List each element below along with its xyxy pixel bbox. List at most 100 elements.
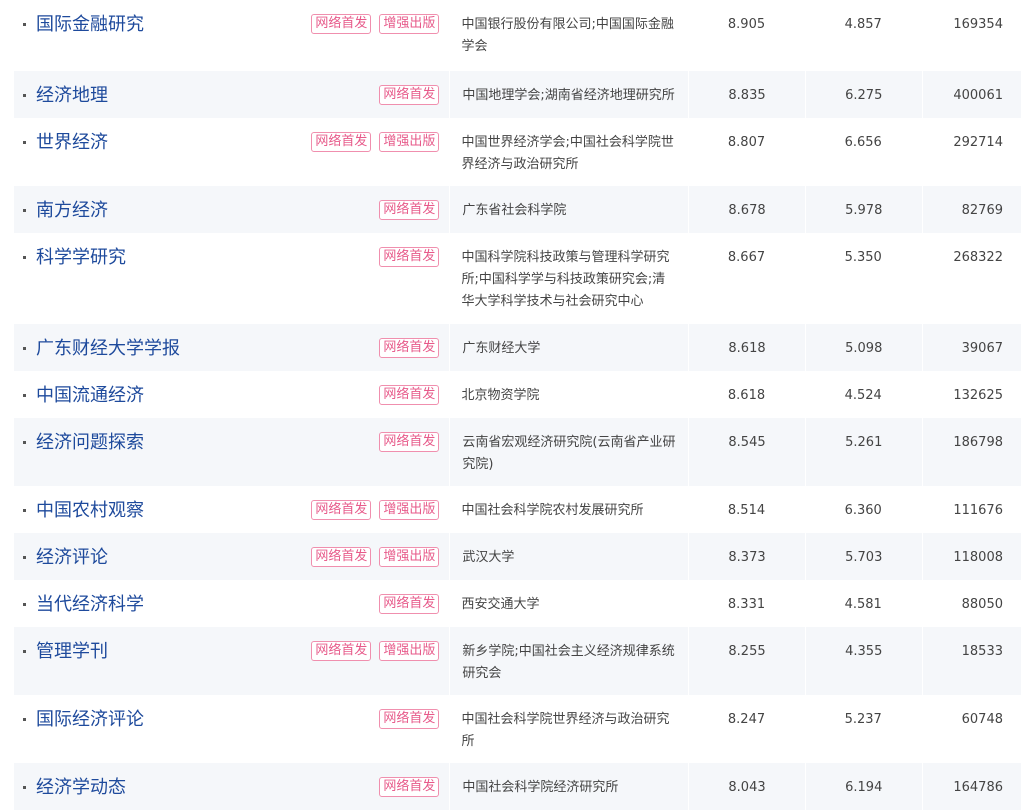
journal-organizer: 中国银行股份有限公司;中国国际金融学会	[461, 17, 674, 54]
journal-metric-3: 88050	[961, 597, 1003, 612]
enhanced-publishing-badge: 增强出版	[379, 132, 440, 152]
journal-metric-1: 8.373	[688, 533, 805, 580]
bullet-icon	[23, 786, 26, 789]
journal-name-link[interactable]: 科学学研究	[36, 246, 126, 270]
journal-tags: 网络首发 增强出版	[311, 132, 440, 152]
journal-name-cell: 管理学刊 网络首发 增强出版	[14, 627, 449, 695]
journal-tags: 网络首发 增强出版	[311, 547, 440, 567]
journal-metric-2: 5.098	[804, 324, 922, 371]
bullet-icon	[23, 209, 26, 212]
journal-name-cell: 经济学动态 网络首发	[14, 763, 449, 810]
journal-metric-2: 4.581	[844, 597, 882, 612]
journal-metric-3: 39067	[921, 324, 1021, 371]
journal-tags: 网络首发	[379, 85, 440, 105]
enhanced-publishing-badge: 增强出版	[379, 547, 440, 567]
journal-row: 世界经济 网络首发 增强出版 中国世界经济学会;中国社会科学院世界经济与政治研究所 8.…	[14, 118, 1021, 186]
journal-organizer: 云南省宏观经济研究院(云南省产业研究院)	[449, 418, 688, 486]
bullet-icon	[23, 441, 26, 444]
enhanced-publishing-badge: 增强出版	[379, 14, 440, 34]
journal-tags: 网络首发 增强出版	[311, 500, 440, 520]
journal-row: 中国流通经济 网络首发 北京物资学院 8.618 4.524 132625	[14, 371, 1021, 418]
journal-organizer: 广东财经大学	[449, 324, 688, 371]
journal-name-cell: 经济地理 网络首发	[14, 71, 449, 118]
journal-row: 科学学研究 网络首发 中国科学院科技政策与管理科学研究所;中国科学学与科技政策研究会…	[14, 233, 1021, 324]
journal-name-link[interactable]: 经济问题探索	[36, 431, 144, 455]
bullet-icon	[23, 141, 26, 144]
journal-name-link[interactable]: 经济地理	[36, 84, 108, 108]
journal-metric-2: 4.857	[844, 17, 882, 32]
bullet-icon	[23, 650, 26, 653]
journal-metric-1: 8.835	[688, 71, 805, 118]
journal-name-link[interactable]: 中国流通经济	[36, 384, 144, 408]
journal-metric-1: 8.514	[727, 503, 766, 518]
bullet-icon	[23, 23, 26, 26]
journal-name-link[interactable]: 广东财经大学学报	[36, 337, 180, 361]
journal-metric-2: 5.261	[804, 418, 922, 486]
journal-metric-1: 8.545	[688, 418, 805, 486]
journal-organizer: 北京物资学院	[461, 388, 540, 403]
journal-name-link[interactable]: 世界经济	[36, 131, 108, 155]
journal-name-cell: 国际经济评论 网络首发	[14, 695, 449, 763]
journal-metric-1: 8.905	[727, 17, 766, 32]
journal-name-link[interactable]: 管理学刊	[36, 640, 108, 664]
journal-metric-3: 186798	[921, 418, 1021, 486]
journal-metric-3: 169354	[953, 17, 1003, 32]
online-first-badge: 网络首发	[379, 385, 440, 405]
journal-metric-1: 8.618	[688, 324, 805, 371]
journal-metric-1: 8.247	[727, 712, 766, 727]
journal-metric-1: 8.667	[727, 250, 766, 265]
bullet-icon	[23, 556, 26, 559]
journal-organizer: 中国社会科学院农村发展研究所	[461, 503, 644, 518]
journal-metric-3: 18533	[921, 627, 1021, 695]
journal-metric-3: 60748	[961, 712, 1003, 727]
journal-organizer: 武汉大学	[449, 533, 688, 580]
journal-name-link[interactable]: 经济评论	[36, 546, 108, 570]
journal-name-cell: 中国农村观察 网络首发 增强出版	[14, 486, 449, 533]
journal-row: 国际金融研究 网络首发 增强出版 中国银行股份有限公司;中国国际金融学会 8.905 4.…	[14, 0, 1021, 71]
journal-metric-2: 6.360	[844, 503, 882, 518]
online-first-badge: 网络首发	[379, 247, 440, 267]
journal-organizer: 广东省社会科学院	[449, 186, 688, 233]
bullet-icon	[23, 94, 26, 97]
journal-name-link[interactable]: 中国农村观察	[36, 499, 144, 523]
online-first-badge: 网络首发	[311, 547, 372, 567]
journal-tags: 网络首发 增强出版	[311, 14, 440, 34]
journal-metric-2: 5.350	[844, 250, 882, 265]
journal-metric-1: 8.678	[688, 186, 805, 233]
journal-name-link[interactable]: 经济学动态	[36, 776, 126, 800]
journal-metric-2: 6.194	[804, 763, 922, 810]
online-first-badge: 网络首发	[379, 777, 440, 797]
journal-metric-1: 8.618	[727, 388, 766, 403]
journal-row: 南方经济 网络首发 广东省社会科学院 8.678 5.978 82769	[14, 186, 1021, 233]
journal-tags: 网络首发	[379, 709, 440, 729]
journal-name-cell: 中国流通经济 网络首发	[14, 371, 449, 418]
journal-tags: 网络首发 增强出版	[311, 641, 440, 661]
enhanced-publishing-badge: 增强出版	[379, 641, 440, 661]
journal-row: 国际经济评论 网络首发 中国社会科学院世界经济与政治研究所 8.247 5.237 607…	[14, 695, 1021, 763]
journal-name-link[interactable]: 当代经济科学	[36, 593, 144, 617]
journal-name-cell: 国际金融研究 网络首发 增强出版	[14, 0, 449, 71]
online-first-badge: 网络首发	[311, 14, 372, 34]
journal-row: 经济学动态 网络首发 中国社会科学院经济研究所 8.043 6.194 164786	[14, 763, 1021, 810]
journal-organizer: 西安交通大学	[461, 597, 540, 612]
journal-row: 广东财经大学学报 网络首发 广东财经大学 8.618 5.098 39067	[14, 324, 1021, 371]
journal-name-link[interactable]: 国际经济评论	[36, 708, 144, 732]
journal-organizer: 中国社会科学院世界经济与政治研究所	[461, 712, 670, 749]
journal-tags: 网络首发	[379, 247, 440, 267]
journal-metric-3: 118008	[921, 533, 1021, 580]
journal-tags: 网络首发	[379, 594, 440, 614]
journal-metric-3: 111676	[953, 503, 1003, 518]
journal-metric-2: 5.703	[804, 533, 922, 580]
journal-metric-1: 8.331	[727, 597, 766, 612]
journal-name-link[interactable]: 南方经济	[36, 199, 108, 223]
journal-metric-2: 5.978	[804, 186, 922, 233]
journal-metric-3: 292714	[953, 135, 1003, 150]
journal-name-cell: 经济评论 网络首发 增强出版	[14, 533, 449, 580]
journal-tags: 网络首发	[379, 777, 440, 797]
journal-name-link[interactable]: 国际金融研究	[36, 13, 144, 37]
bullet-icon	[23, 603, 26, 606]
journal-table: 国际金融研究 网络首发 增强出版 中国银行股份有限公司;中国国际金融学会 8.905 4.…	[14, 0, 1021, 810]
journal-name-cell: 经济问题探索 网络首发	[14, 418, 449, 486]
journal-row: 中国农村观察 网络首发 增强出版 中国社会科学院农村发展研究所 8.514 6.360 11…	[14, 486, 1021, 533]
journal-row: 经济评论 网络首发 增强出版 武汉大学 8.373 5.703 118008	[14, 533, 1021, 580]
